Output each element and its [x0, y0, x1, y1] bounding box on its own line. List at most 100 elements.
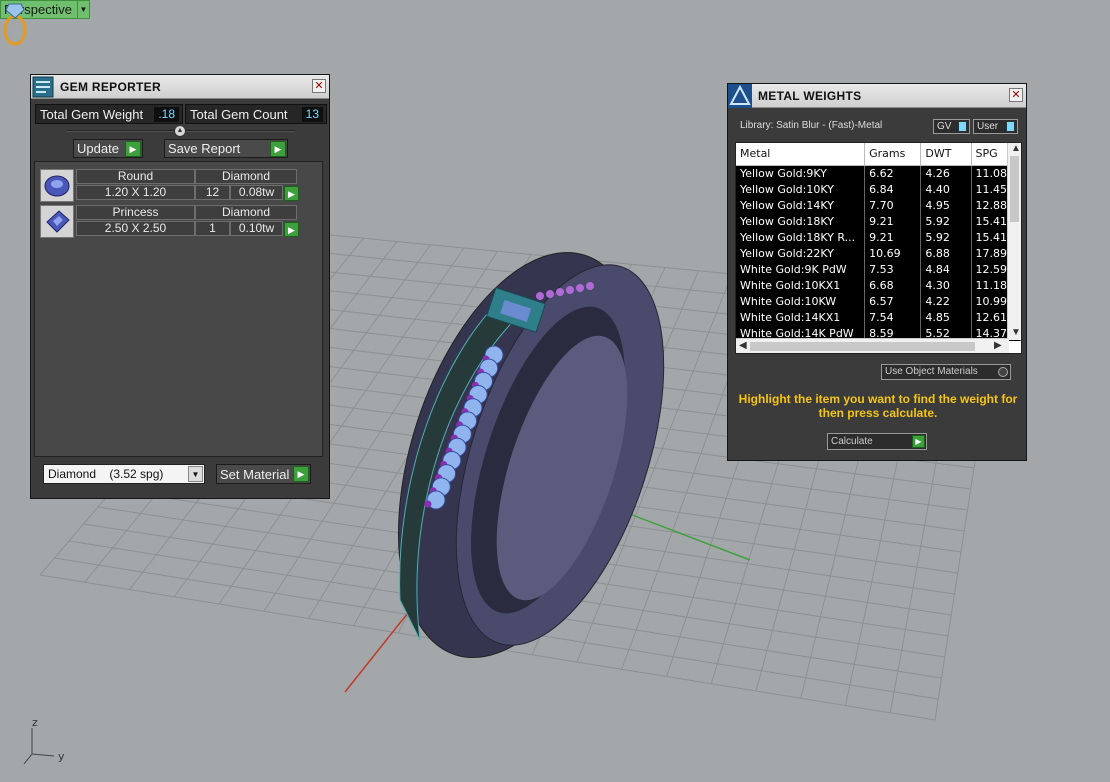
table-cell: 4.22 — [920, 293, 972, 309]
scroll-right-icon: ▶ — [994, 340, 1002, 351]
prong — [424, 500, 432, 508]
princess-gem-icon — [46, 210, 70, 233]
gem-reporter-titlebar[interactable]: GEM REPORTER ✕ — [31, 75, 329, 99]
gem-row[interactable]: Round Diamond 1.20 X 1.20 12 0.08tw ▶ — [40, 169, 300, 202]
axis-y-label: y — [58, 750, 65, 763]
table-cell: 7.54 — [864, 309, 922, 325]
radio-icon[interactable] — [998, 367, 1008, 377]
round-gem — [536, 292, 544, 300]
column-header[interactable]: Grams — [864, 143, 922, 166]
set-material-button-label: Set Material — [220, 466, 290, 482]
scroll-thumb[interactable] — [1010, 156, 1019, 222]
gem-count: 12 — [195, 185, 230, 200]
table-row[interactable]: White Gold:10KW 6.57 4.22 10.99 — [736, 293, 1021, 309]
table-cell: 6.84 — [864, 181, 922, 197]
gem-material: Diamond — [195, 205, 297, 220]
table-cell: 4.84 — [920, 261, 972, 277]
update-button[interactable]: Update ▶ — [73, 139, 143, 158]
table-row[interactable]: White Gold:9K PdW 7.53 4.84 12.59 — [736, 261, 1021, 277]
metal-weights-titlebar[interactable]: METAL WEIGHTS ✕ — [728, 83, 1026, 108]
table-cell: 9.21 — [864, 229, 922, 245]
table-row[interactable]: White Gold:10KX1 6.68 4.30 11.18 — [736, 277, 1021, 293]
table-row[interactable]: Yellow Gold:18KY 9.21 5.92 15.41 — [736, 213, 1021, 229]
total-gem-weight-box: Total Gem Weight .18 — [35, 104, 183, 124]
princess-gem-thumbnail — [40, 205, 74, 238]
gem-shape: Round — [76, 169, 195, 184]
chevron-down-icon[interactable]: ▼ — [76, 1, 89, 18]
table-row[interactable]: Yellow Gold:9KY 6.62 4.26 11.08 — [736, 165, 1021, 181]
round-gem — [586, 282, 594, 290]
report-slider-handle[interactable]: ▲ — [174, 125, 186, 137]
gem-list: Round Diamond 1.20 X 1.20 12 0.08tw ▶ Pr… — [34, 161, 323, 457]
table-cell: White Gold:10KW — [736, 293, 866, 309]
column-header[interactable]: DWT — [920, 143, 972, 166]
material-select[interactable]: Diamond (3.52 spg) ▼ — [43, 464, 205, 484]
close-icon[interactable]: ✕ — [1009, 88, 1023, 102]
play-icon[interactable]: ▶ — [284, 222, 299, 237]
axis-triad: z y — [23, 716, 65, 765]
gem-report-icon — [32, 76, 54, 97]
gv-toggle[interactable]: GV — [933, 119, 970, 134]
table-cell: Yellow Gold:18KY R... — [736, 229, 866, 245]
table-cell: 4.26 — [920, 165, 972, 181]
table-row[interactable]: Yellow Gold:22KY 10.69 6.88 17.89 — [736, 245, 1021, 261]
table-cell: 6.68 — [864, 277, 922, 293]
user-toggle-label: User — [977, 121, 999, 132]
play-icon: ▶ — [125, 141, 141, 157]
save-report-button[interactable]: Save Report ▶ — [164, 139, 288, 158]
total-gem-weight-label: Total Gem Weight — [40, 106, 144, 122]
calculate-button[interactable]: Calculate ▶ — [827, 433, 927, 450]
play-icon: ▶ — [293, 466, 309, 482]
metal-weights-icon — [728, 83, 752, 108]
gem-reporter-title: GEM REPORTER — [60, 79, 161, 94]
metal-weights-panel: METAL WEIGHTS ✕ Library: Satin Blur - (F… — [727, 83, 1027, 461]
table-cell: White Gold:9K PdW — [736, 261, 866, 277]
gem-row[interactable]: Princess Diamond 2.50 X 2.50 1 0.10tw ▶ — [40, 205, 300, 238]
table-cell: 5.92 — [920, 213, 972, 229]
total-gem-count-value: 13 — [301, 107, 323, 122]
metal-weights-title: METAL WEIGHTS — [758, 88, 862, 103]
use-object-materials-label: Use Object Materials — [885, 366, 978, 377]
update-button-label: Update — [77, 141, 119, 156]
table-cell: 7.53 — [864, 261, 922, 277]
table-cell: 5.92 — [920, 229, 972, 245]
gem-reporter-panel: GEM REPORTER ✕ Total Gem Weight .18 Tota… — [30, 74, 330, 499]
round-gem — [556, 288, 564, 296]
gem-weight: 0.08tw — [230, 185, 283, 200]
table-cell: 9.21 — [864, 213, 922, 229]
axis-z-label: z — [32, 716, 38, 729]
table-cell: Yellow Gold:18KY — [736, 213, 866, 229]
play-icon[interactable]: ▶ — [284, 186, 299, 201]
library-label: Library: Satin Blur - (Fast)-Metal — [740, 120, 883, 131]
vertical-scrollbar[interactable]: ▲ ▼ — [1007, 143, 1021, 340]
round-gem-icon — [44, 175, 70, 197]
table-cell: Yellow Gold:14KY — [736, 197, 866, 213]
user-toggle[interactable]: User — [973, 119, 1018, 134]
scroll-thumb[interactable] — [750, 342, 975, 351]
table-row[interactable]: Yellow Gold:18KY R... 9.21 5.92 15.41 — [736, 229, 1021, 245]
gem-shape: Princess — [76, 205, 195, 220]
calculate-button-label: Calculate — [831, 436, 873, 447]
gem-size: 1.20 X 1.20 — [76, 185, 195, 200]
use-object-materials-toggle[interactable]: Use Object Materials — [881, 364, 1011, 380]
close-icon[interactable]: ✕ — [312, 79, 326, 93]
scroll-down-icon: ▼ — [1011, 327, 1021, 338]
toggle-indicator-icon — [1006, 121, 1015, 132]
ring-model — [398, 252, 665, 658]
gv-toggle-label: GV — [937, 121, 952, 132]
column-header[interactable]: Metal — [736, 143, 866, 166]
table-cell: White Gold:14KX1 — [736, 309, 866, 325]
horizontal-scrollbar[interactable]: ◀ ▶ — [736, 338, 1009, 353]
table-row[interactable]: Yellow Gold:14KY 7.70 4.95 12.88 — [736, 197, 1021, 213]
table-cell: 4.85 — [920, 309, 972, 325]
table-row[interactable]: Yellow Gold:10KY 6.84 4.40 11.45 — [736, 181, 1021, 197]
chevron-down-icon[interactable]: ▼ — [188, 466, 203, 482]
round-gem-thumbnail — [40, 169, 74, 202]
table-cell: 4.30 — [920, 277, 972, 293]
gem-material: Diamond — [195, 169, 297, 184]
table-row[interactable]: White Gold:14KX1 7.54 4.85 12.61 — [736, 309, 1021, 325]
set-material-button[interactable]: Set Material ▶ — [216, 464, 311, 484]
gem-weight: 0.10tw — [230, 221, 283, 236]
total-gem-count-label: Total Gem Count — [190, 106, 288, 122]
metal-table[interactable]: Metal Grams DWT SPG Yellow Gold:9KY 6.62 4.26… — [735, 142, 1022, 354]
